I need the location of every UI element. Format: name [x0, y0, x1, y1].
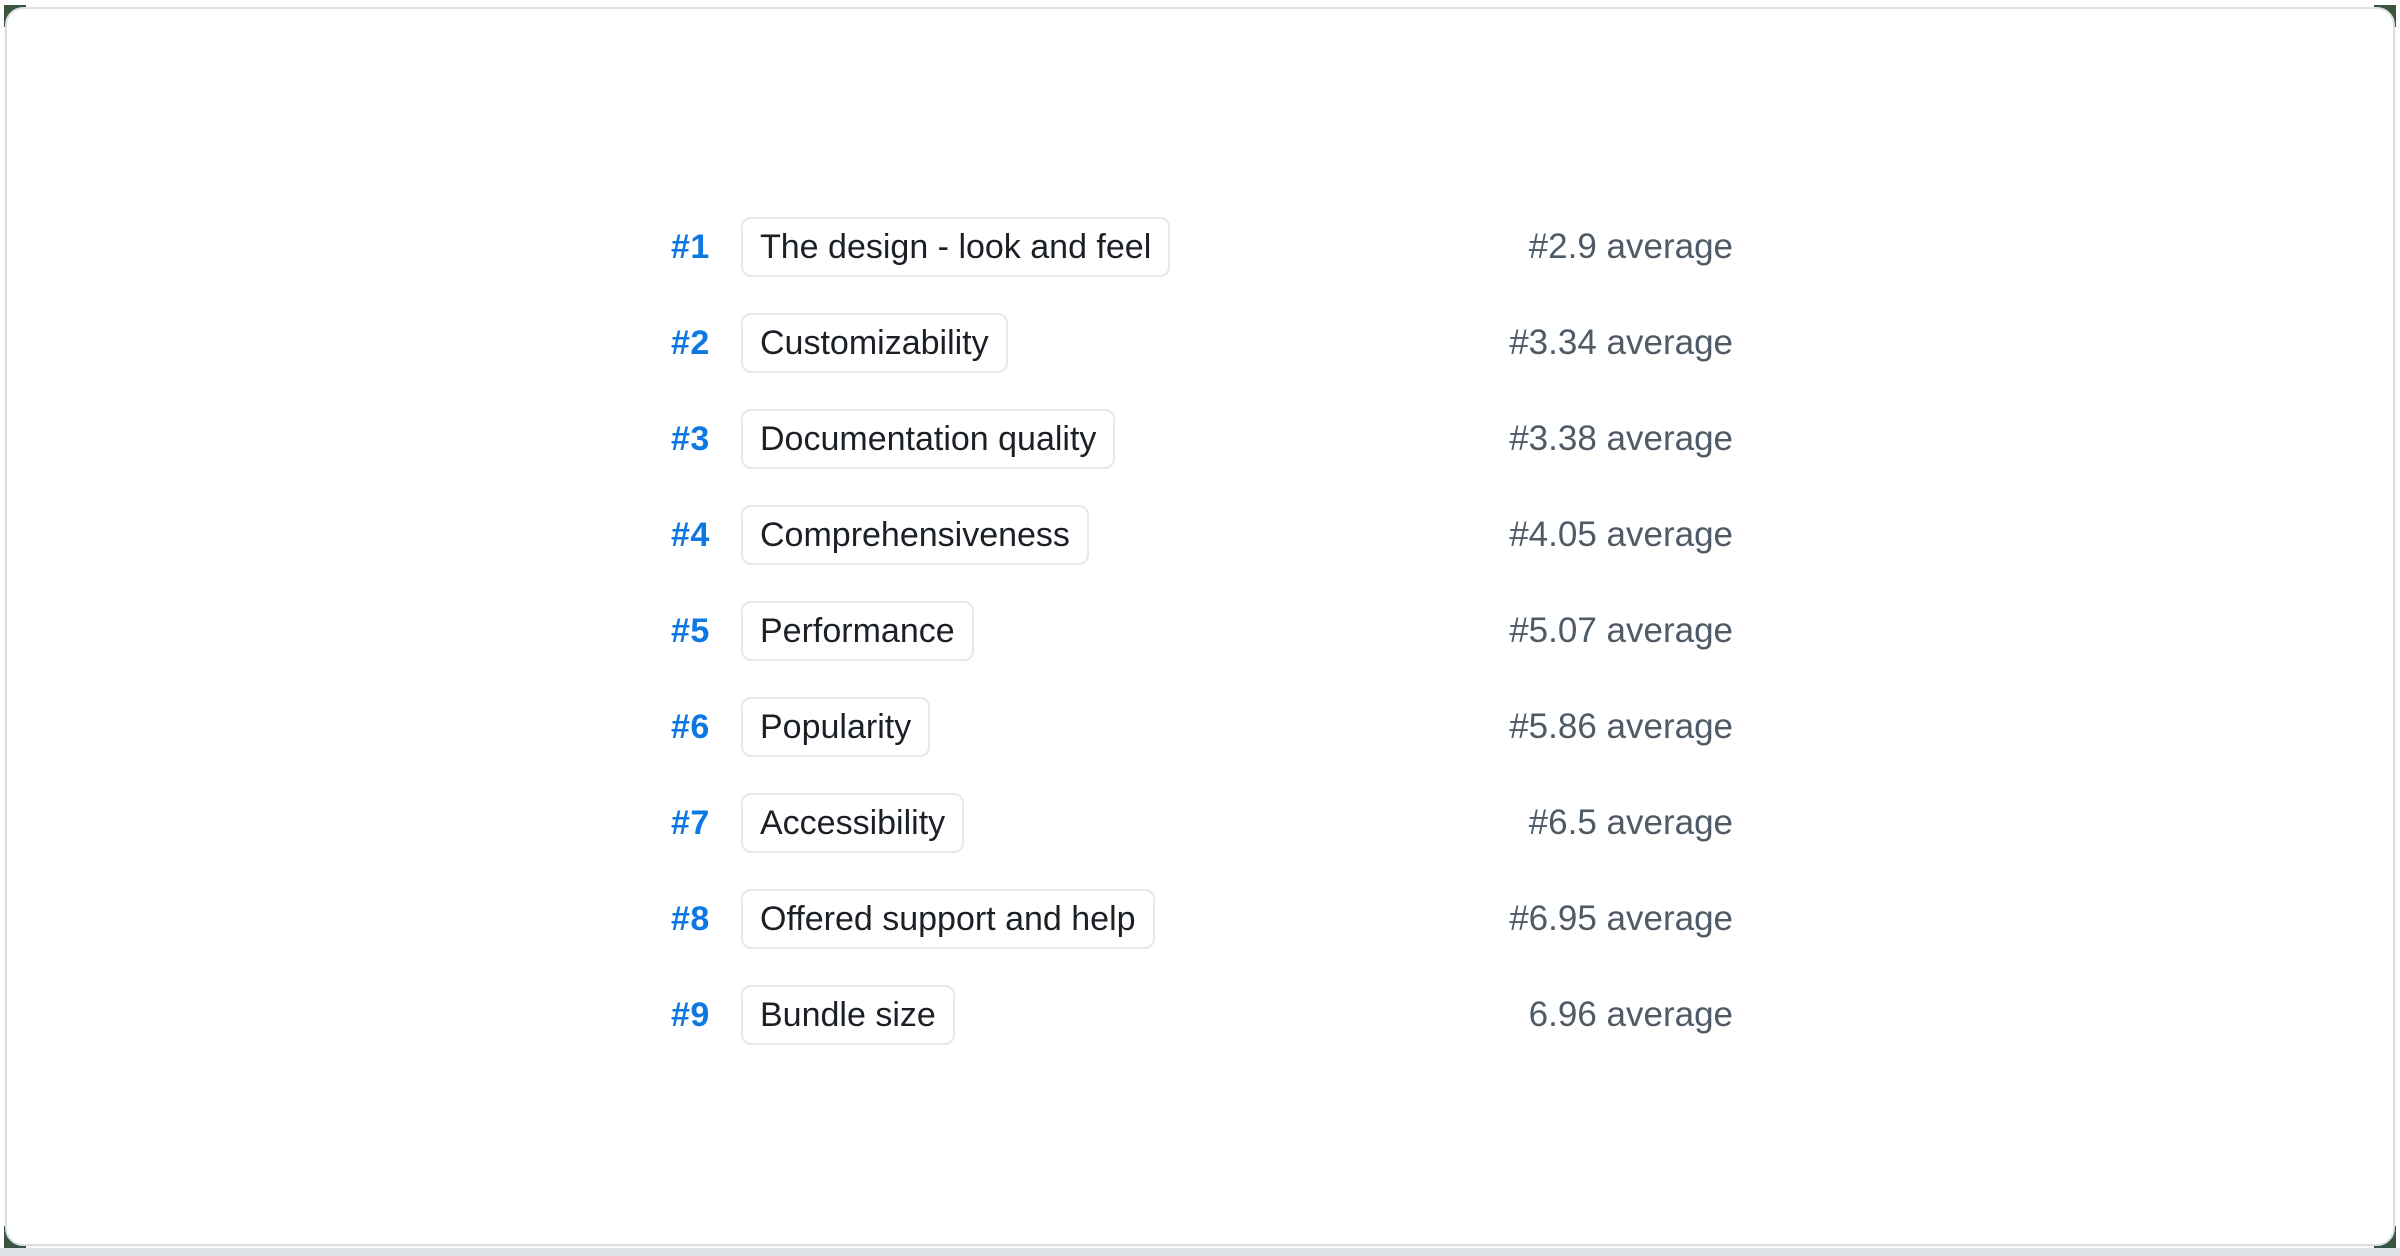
rank-badge: #7	[671, 804, 741, 843]
ranked-option-chip[interactable]: Popularity	[741, 697, 930, 757]
ranking-results-list: #1 The design - look and feel #2.9 avera…	[671, 217, 1733, 1081]
average-rank-value: #5.86 average	[1509, 707, 1733, 747]
ranked-option-label: Accessibility	[760, 804, 945, 843]
ranking-row: #4 Comprehensiveness #4.05 average	[671, 505, 1733, 565]
average-rank-value: 6.96 average	[1529, 995, 1733, 1035]
ranking-row: #2 Customizability #3.34 average	[671, 313, 1733, 373]
ranked-option-chip[interactable]: Bundle size	[741, 985, 955, 1045]
ranked-option-label: Customizability	[760, 324, 989, 363]
ranking-row: #5 Performance #5.07 average	[671, 601, 1733, 661]
ranked-option-chip[interactable]: Performance	[741, 601, 974, 661]
ranked-option-label: The design - look and feel	[760, 228, 1151, 267]
ranked-option-label: Performance	[760, 612, 955, 651]
ranked-option-chip[interactable]: The design - look and feel	[741, 217, 1170, 277]
rank-badge: #4	[671, 516, 741, 555]
ranking-row: #3 Documentation quality #3.38 average	[671, 409, 1733, 469]
rank-badge: #3	[671, 420, 741, 459]
bottom-page-strip	[0, 1248, 2400, 1256]
ranked-option-label: Bundle size	[760, 996, 936, 1035]
ranking-row: #1 The design - look and feel #2.9 avera…	[671, 217, 1733, 277]
rank-badge: #2	[671, 324, 741, 363]
average-rank-value: #6.95 average	[1509, 899, 1733, 939]
average-rank-value: #4.05 average	[1509, 515, 1733, 555]
average-rank-value: #6.5 average	[1529, 803, 1733, 843]
rank-badge: #1	[671, 228, 741, 267]
average-rank-value: #2.9 average	[1529, 227, 1733, 267]
rank-badge: #9	[671, 996, 741, 1035]
ranked-option-chip[interactable]: Offered support and help	[741, 889, 1155, 949]
results-card: #1 The design - look and feel #2.9 avera…	[5, 7, 2395, 1246]
ranked-option-label: Documentation quality	[760, 420, 1096, 459]
ranking-row: #7 Accessibility #6.5 average	[671, 793, 1733, 853]
ranked-option-chip[interactable]: Documentation quality	[741, 409, 1115, 469]
ranked-option-chip[interactable]: Customizability	[741, 313, 1008, 373]
average-rank-value: #3.38 average	[1509, 419, 1733, 459]
rank-badge: #6	[671, 708, 741, 747]
ranked-option-label: Offered support and help	[760, 900, 1136, 939]
ranking-row: #9 Bundle size 6.96 average	[671, 985, 1733, 1045]
rank-badge: #5	[671, 612, 741, 651]
average-rank-value: #3.34 average	[1509, 323, 1733, 363]
ranking-row: #6 Popularity #5.86 average	[671, 697, 1733, 757]
ranked-option-label: Popularity	[760, 708, 911, 747]
average-rank-value: #5.07 average	[1509, 611, 1733, 651]
rank-badge: #8	[671, 900, 741, 939]
ranked-option-label: Comprehensiveness	[760, 516, 1070, 555]
ranked-option-chip[interactable]: Comprehensiveness	[741, 505, 1089, 565]
ranked-option-chip[interactable]: Accessibility	[741, 793, 964, 853]
ranking-row: #8 Offered support and help #6.95 averag…	[671, 889, 1733, 949]
